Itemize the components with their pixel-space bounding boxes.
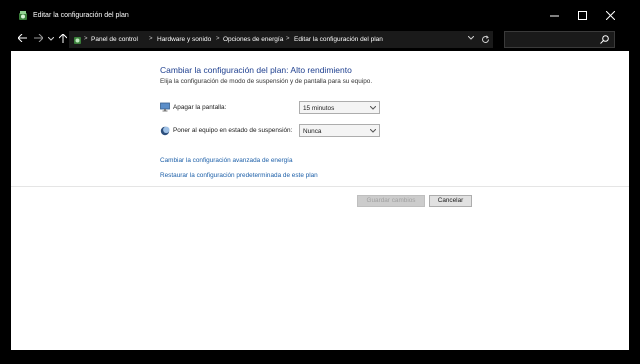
monitor-icon xyxy=(160,102,170,112)
chevron-down-icon xyxy=(369,105,377,112)
screen-off-value: 15 minutos xyxy=(303,105,335,112)
minimize-icon xyxy=(549,11,559,20)
divider xyxy=(11,186,629,187)
sleep-label: Poner al equipo en estado de suspensión: xyxy=(173,127,293,134)
search-icon xyxy=(600,35,609,46)
control-panel-window: Editar la configuración del plan > Panel… xyxy=(11,4,629,350)
screen-off-label: Apagar la pantalla: xyxy=(173,104,227,111)
close-icon xyxy=(605,11,615,20)
forward-button[interactable] xyxy=(31,31,45,47)
forward-arrow-icon xyxy=(33,33,44,44)
back-button[interactable] xyxy=(15,31,29,47)
refresh-icon[interactable] xyxy=(481,35,490,46)
page-title: Cambiar la configuración del plan: Alto … xyxy=(160,65,352,75)
breadcrumb-panel-de-control[interactable]: Panel de control xyxy=(91,36,138,43)
control-panel-icon xyxy=(73,35,83,45)
back-arrow-icon xyxy=(16,33,27,44)
close-button[interactable] xyxy=(597,4,623,27)
breadcrumb-separator: > xyxy=(84,36,88,42)
breadcrumb: > Panel de control > Hardware y sonido >… xyxy=(69,31,493,48)
page-description: Elija la configuración de modo de suspen… xyxy=(160,78,373,85)
sleep-value: Nunca xyxy=(303,128,322,135)
breadcrumb-hardware-y-sonido[interactable]: Hardware y sonido xyxy=(157,36,211,43)
up-arrow-icon xyxy=(58,32,68,45)
cancel-button[interactable]: Cancelar xyxy=(429,195,472,207)
address-bar: > Panel de control > Hardware y sonido >… xyxy=(11,27,629,51)
window-title: Editar la configuración del plan xyxy=(33,12,129,19)
minimize-button[interactable] xyxy=(541,4,567,27)
breadcrumb-editar-configuracion[interactable]: Editar la configuración del plan xyxy=(294,36,383,43)
power-options-icon xyxy=(18,10,29,21)
main-content: Cambiar la configuración del plan: Alto … xyxy=(11,51,629,350)
breadcrumb-separator: > xyxy=(286,36,290,42)
search-input[interactable] xyxy=(504,31,615,48)
screen-off-select[interactable]: 15 minutos xyxy=(299,101,380,114)
up-button[interactable] xyxy=(56,31,70,47)
chevron-down-icon xyxy=(47,36,55,43)
address-dropdown-button[interactable] xyxy=(467,35,475,42)
chevron-down-icon xyxy=(369,128,377,135)
breadcrumb-opciones-de-energia[interactable]: Opciones de energía xyxy=(223,36,283,43)
advanced-settings-link[interactable]: Cambiar la configuración avanzada de ene… xyxy=(160,157,293,164)
restore-defaults-link[interactable]: Restaurar la configuración predeterminad… xyxy=(160,172,318,179)
breadcrumb-separator: > xyxy=(216,36,220,42)
save-button[interactable]: Guardar cambios xyxy=(357,195,425,207)
breadcrumb-separator: > xyxy=(149,36,153,42)
sleep-select[interactable]: Nunca xyxy=(299,124,380,137)
maximize-icon xyxy=(577,11,587,20)
title-bar: Editar la configuración del plan xyxy=(11,4,629,27)
sleep-moon-icon xyxy=(160,126,170,136)
maximize-button[interactable] xyxy=(569,4,595,27)
